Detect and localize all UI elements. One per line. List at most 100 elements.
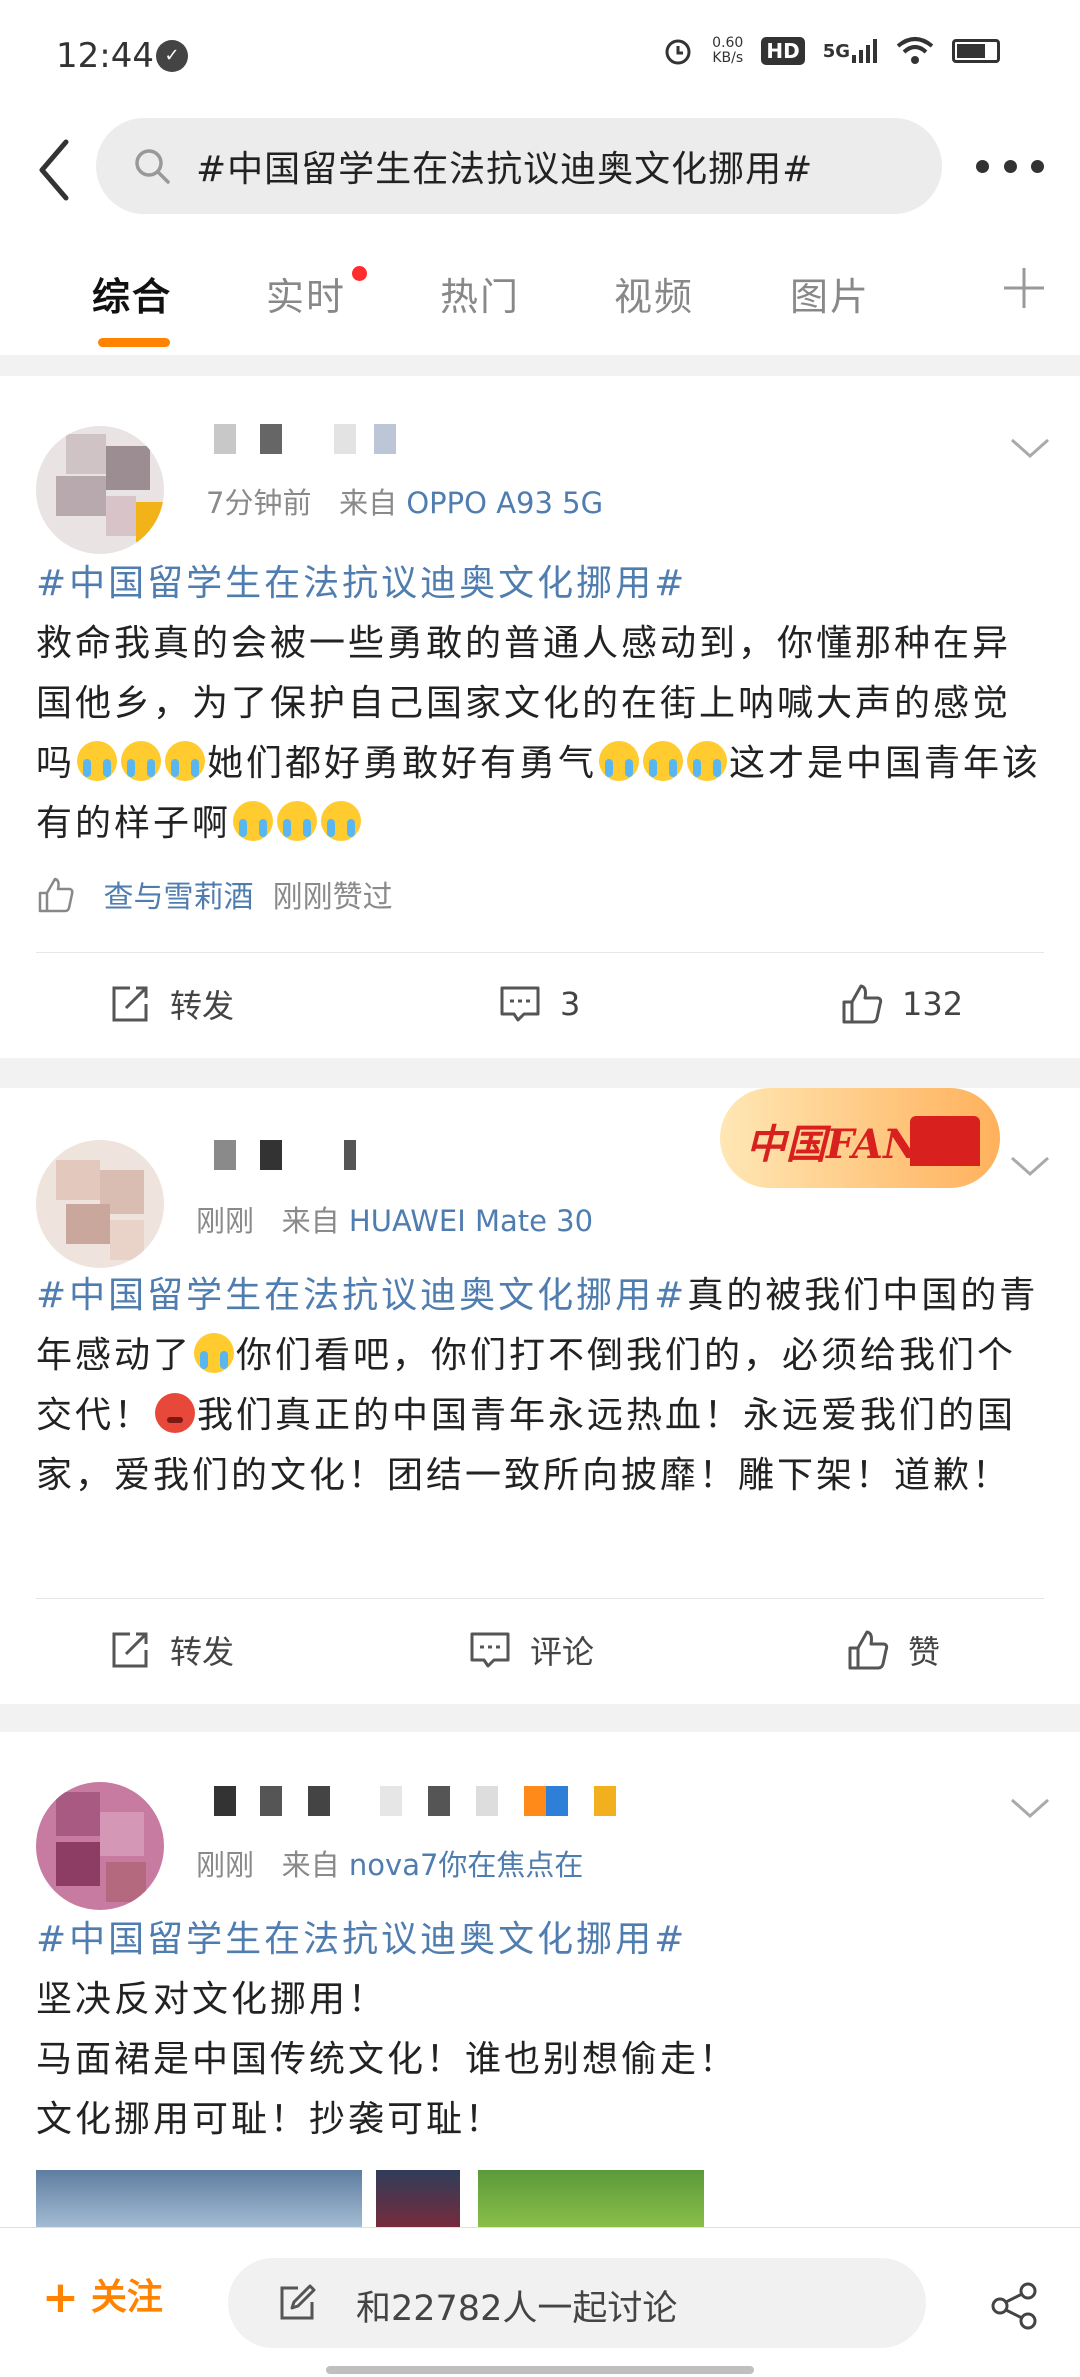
post-body: #中国留学生在法抗议迪奥文化挪用#真的被我们中国的青年感动了 你们看吧，你们打不倒… — [36, 1266, 1046, 1506]
tab-video[interactable]: 视频 — [614, 266, 694, 321]
crying-emoji-icon — [599, 741, 640, 781]
china-fans-badge[interactable]: 中国FANS — [720, 1088, 1000, 1188]
like-button[interactable]: 赞 — [846, 1600, 940, 1700]
post-actions: 转发 3 132 — [0, 954, 1080, 1054]
post-meta: 7分钟前 来自 OPPO A93 5G — [206, 480, 603, 522]
repost-label: 转发 — [170, 987, 235, 1025]
crying-emoji-icon — [277, 801, 318, 841]
avatar[interactable] — [36, 1782, 164, 1910]
post-meta: 刚刚 来自 HUAWEI Mate 30 — [196, 1198, 593, 1240]
hashtag-link[interactable]: #中国留学生在法抗议迪奥文化挪用# — [36, 563, 687, 604]
username-redacted[interactable] — [214, 424, 414, 454]
tiananmen-icon — [910, 1116, 980, 1166]
network-speed: 0.60 KB/s — [712, 36, 743, 66]
share-icon[interactable] — [988, 2280, 1040, 2332]
crying-emoji-icon — [194, 1333, 235, 1373]
wifi-icon — [896, 34, 934, 68]
post-body: #中国留学生在法抗议迪奥文化挪用# 坚决反对文化挪用！ 马面裙是中国传统文化！谁… — [36, 1910, 1046, 2150]
post-image[interactable] — [478, 2170, 704, 2230]
post-actions: 转发 评论 赞 — [0, 1600, 1080, 1700]
like-button[interactable]: 132 — [840, 954, 963, 1054]
notification-icon: ✓ — [156, 40, 188, 72]
home-indicator[interactable] — [326, 2366, 754, 2374]
search-icon — [135, 149, 170, 184]
post-body: #中国留学生在法抗议迪奥文化挪用# 救命我真的会被一些勇敢的普通人感动到，你懂那… — [36, 554, 1046, 854]
add-tab-icon[interactable] — [996, 260, 1052, 316]
chevron-down-icon[interactable] — [1008, 432, 1052, 462]
edit-icon — [280, 2284, 316, 2320]
liked-by-row: 查与雪莉酒 刚刚赞过 — [36, 872, 393, 916]
crying-emoji-icon — [321, 801, 362, 841]
thumbs-up-icon — [38, 877, 74, 913]
tab-realtime[interactable]: 实时 — [266, 266, 346, 321]
comment-button[interactable]: 评论 — [468, 1600, 594, 1700]
hashtag-link[interactable]: #中国留学生在法抗议迪奥文化挪用# — [36, 1275, 687, 1316]
battery-icon — [952, 39, 1000, 63]
repost-label: 转发 — [170, 1633, 235, 1671]
divider — [36, 952, 1044, 953]
tab-hot[interactable]: 热门 — [440, 266, 520, 321]
active-tab-indicator — [98, 338, 170, 347]
repost-button[interactable]: 转发 — [108, 954, 234, 1054]
search-input[interactable]: #中国留学生在法抗议迪奥文化挪用# — [96, 118, 942, 214]
tab-images[interactable]: 图片 — [790, 266, 870, 321]
crying-emoji-icon — [687, 741, 728, 781]
post-device[interactable]: HUAWEI Mate 30 — [349, 1204, 593, 1238]
repost-icon — [112, 1632, 148, 1668]
liker-name[interactable]: 查与雪莉酒 — [104, 880, 254, 915]
hashtag-link[interactable]: #中国留学生在法抗议迪奥文化挪用# — [36, 1919, 687, 1960]
comment-button[interactable]: 3 — [498, 954, 580, 1054]
post-text: 文化挪用可耻！抄袭可耻！ — [36, 2099, 505, 2140]
bottom-bar: + 关注 和22782人一起讨论 — [0, 2227, 1080, 2377]
plus-icon: + — [42, 2272, 79, 2323]
search-header: #中国留学生在法抗议迪奥文化挪用# — [0, 110, 1080, 230]
post-card: 7分钟前 来自 OPPO A93 5G #中国留学生在法抗议迪奥文化挪用# 救命… — [0, 376, 1080, 1058]
like-count: 132 — [902, 985, 964, 1023]
divider — [36, 1598, 1044, 1599]
repost-icon — [112, 986, 148, 1022]
crying-emoji-icon — [643, 741, 684, 781]
post-image[interactable] — [376, 2170, 460, 2230]
status-time: 12:44 — [56, 36, 154, 76]
hd-icon: HD — [761, 37, 805, 65]
status-bar: 12:44 ✓ 0.60 KB/s HD 5G — [0, 0, 1080, 110]
username-redacted[interactable] — [214, 1786, 616, 1816]
network-speed-value: 0.60 — [712, 35, 744, 51]
status-icons: 0.60 KB/s HD 5G — [662, 34, 1000, 68]
tab-comprehensive[interactable]: 综合 — [92, 266, 172, 321]
post-device[interactable]: OPPO A93 5G — [406, 486, 603, 520]
angry-emoji-icon — [155, 1393, 196, 1433]
network-type: 5G — [822, 40, 850, 62]
comment-icon — [470, 1632, 510, 1668]
alarm-icon — [662, 34, 694, 68]
discuss-input[interactable]: 和22782人一起讨论 — [228, 2258, 926, 2348]
crying-emoji-icon — [233, 801, 274, 841]
back-arrow-icon[interactable] — [26, 130, 86, 210]
like-label: 赞 — [908, 1633, 941, 1671]
username-redacted[interactable] — [214, 1140, 374, 1170]
post-source-prefix: 来自 — [339, 486, 398, 520]
post-source-prefix: 来自 — [281, 1204, 340, 1238]
avatar[interactable] — [36, 426, 164, 554]
comment-icon — [500, 986, 540, 1022]
post-source-prefix: 来自 — [281, 1848, 340, 1882]
new-content-dot — [352, 266, 367, 281]
post-device[interactable]: nova7你在焦点在 — [349, 1848, 584, 1882]
repost-button[interactable]: 转发 — [108, 1600, 234, 1700]
more-options-icon[interactable] — [976, 156, 1044, 176]
follow-button[interactable]: + 关注 — [42, 2268, 163, 2323]
crying-emoji-icon — [121, 741, 162, 781]
signal-icon: 5G — [823, 34, 878, 68]
crying-emoji-icon — [165, 741, 206, 781]
discuss-label: 和22782人一起讨论 — [356, 2289, 678, 2329]
avatar[interactable] — [36, 1140, 164, 1268]
post-card: 刚刚 来自 nova7你在焦点在 #中国留学生在法抗议迪奥文化挪用# 坚决反对文… — [0, 1732, 1080, 2227]
thumbs-up-icon — [848, 1630, 889, 1670]
chevron-down-icon[interactable] — [1008, 1150, 1052, 1180]
chevron-down-icon[interactable] — [1008, 1792, 1052, 1822]
post-time: 7分钟前 — [206, 486, 312, 520]
post-time: 刚刚 — [196, 1848, 255, 1882]
comment-count: 3 — [560, 985, 581, 1023]
post-image[interactable] — [36, 2170, 362, 2230]
follow-label: 关注 — [90, 2277, 163, 2318]
